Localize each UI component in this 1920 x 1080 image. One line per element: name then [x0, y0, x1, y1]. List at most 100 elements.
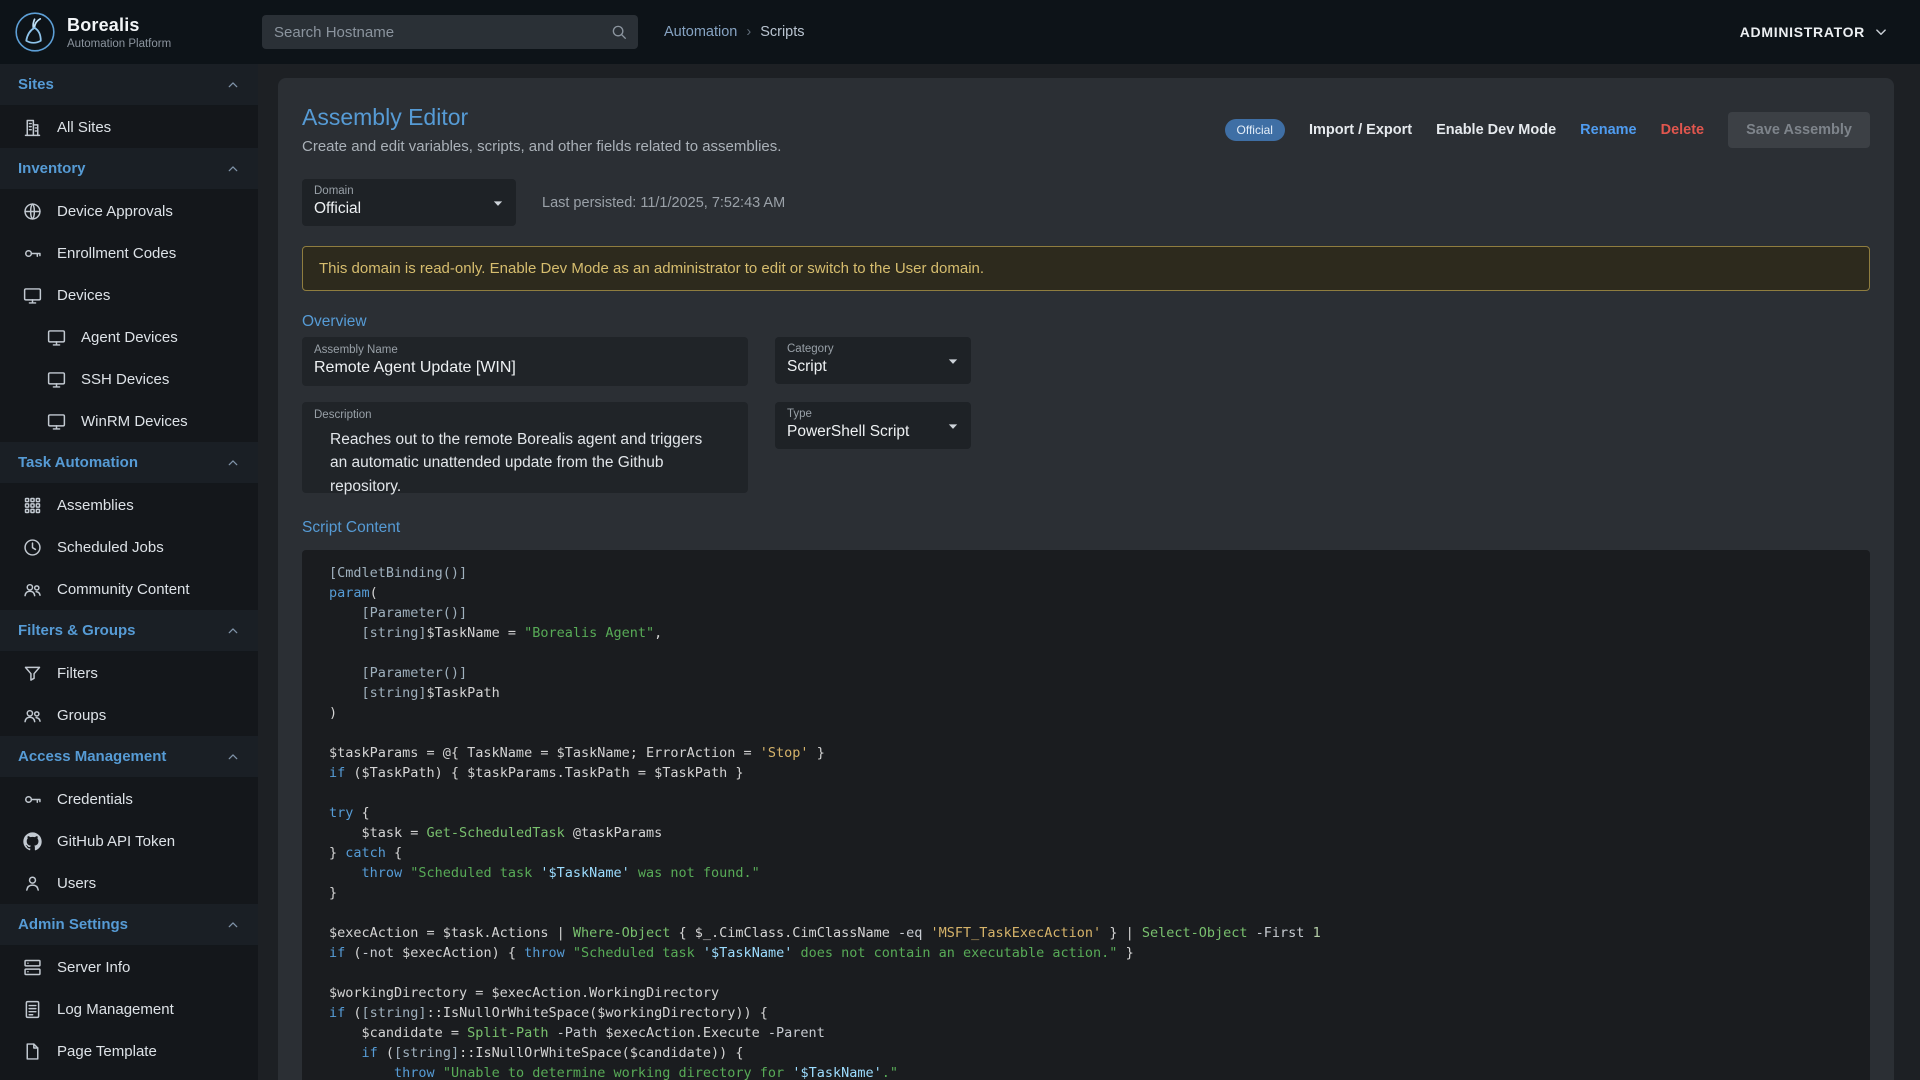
description-value: Reaches out to the remote Borealis agent… — [314, 428, 714, 498]
breadcrumb-item-automation[interactable]: Automation — [664, 24, 737, 40]
sidebar-section-inventory[interactable]: Inventory — [0, 148, 258, 190]
domain-select[interactable]: Domain Official — [302, 179, 516, 226]
domain-select-label: Domain — [314, 185, 480, 197]
page-title: Assembly Editor — [302, 104, 781, 131]
assembly-editor-panel: Assembly Editor Create and edit variable… — [278, 78, 1894, 1080]
category-select-value: Script — [787, 358, 935, 376]
sidebar-item-ssh-devices[interactable]: SSH Devices — [0, 358, 258, 400]
last-persisted-text: Last persisted: 11/1/2025, 7:52:43 AM — [542, 195, 785, 211]
description-input[interactable]: Description Reaches out to the remote Bo… — [302, 402, 748, 493]
category-select[interactable]: Category Script — [775, 337, 971, 384]
code-line: $task = Get-ScheduledTask @taskParams — [329, 823, 1846, 843]
sidebar-section-task-automation[interactable]: Task Automation — [0, 442, 258, 484]
delete-button[interactable]: Delete — [1661, 122, 1705, 138]
user-menu-button[interactable]: ADMINISTRATOR — [1740, 23, 1890, 41]
sidebar-item-github-api-token[interactable]: GitHub API Token — [0, 820, 258, 862]
panel-toolbar: Official Import / Export Enable Dev Mode… — [1225, 112, 1870, 148]
topbar: Borealis Automation Platform Automation ›… — [0, 0, 1920, 64]
sidebar-item-enrollment-codes[interactable]: Enrollment Codes — [0, 232, 258, 274]
key-icon — [22, 789, 43, 810]
grid-icon — [22, 495, 43, 516]
sidebar-item-devices[interactable]: Devices — [0, 274, 258, 316]
code-line: if ($TaskPath) { $taskParams.TaskPath = … — [329, 763, 1846, 783]
type-select[interactable]: Type PowerShell Script — [775, 402, 971, 449]
search-icon[interactable] — [610, 23, 628, 41]
chevron-up-icon — [224, 76, 242, 94]
sidebar-section-label: Sites — [18, 76, 54, 93]
code-line: throw "Unable to determine working direc… — [329, 1063, 1846, 1080]
code-line: [string]$TaskPath — [329, 683, 1846, 703]
save-assembly-button[interactable]: Save Assembly — [1728, 112, 1870, 148]
sidebar-item-page-template[interactable]: Page Template — [0, 1030, 258, 1072]
sidebar-item-filters[interactable]: Filters — [0, 652, 258, 694]
type-select-label: Type — [787, 408, 935, 420]
sidebar-item-label: Log Management — [57, 1001, 174, 1018]
sidebar-item-assemblies[interactable]: Assemblies — [0, 484, 258, 526]
sidebar-section-access-management[interactable]: Access Management — [0, 736, 258, 778]
sidebar-item-credentials[interactable]: Credentials — [0, 778, 258, 820]
sidebar-item-scheduled-jobs[interactable]: Scheduled Jobs — [0, 526, 258, 568]
sidebar-item-server-info[interactable]: Server Info — [0, 946, 258, 988]
sidebar-item-label: WinRM Devices — [81, 413, 188, 430]
building-icon — [22, 117, 43, 138]
app: Borealis Automation Platform Automation ›… — [0, 0, 1920, 1080]
code-line: if (-not $execAction) { throw "Scheduled… — [329, 943, 1846, 963]
code-line: try { — [329, 803, 1846, 823]
panel-header: Assembly Editor Create and edit variable… — [302, 104, 1870, 155]
script-editor[interactable]: [CmdletBinding()]param( [Parameter()] [s… — [302, 550, 1870, 1080]
panel-title-block: Assembly Editor Create and edit variable… — [302, 104, 781, 155]
import-export-button[interactable]: Import / Export — [1309, 122, 1412, 138]
filter-icon — [22, 663, 43, 684]
sidebar-item-all-sites[interactable]: All Sites — [0, 106, 258, 148]
sidebar-item-agent-devices[interactable]: Agent Devices — [0, 316, 258, 358]
sidebar-section-filters-groups[interactable]: Filters & Groups — [0, 610, 258, 652]
code-line — [329, 963, 1846, 983]
code-line: ) — [329, 703, 1846, 723]
sidebar-item-users[interactable]: Users — [0, 862, 258, 904]
code-line: [Parameter()] — [329, 663, 1846, 683]
brand-text: Borealis Automation Platform — [67, 15, 171, 50]
globe-icon — [22, 201, 43, 222]
github-icon — [22, 831, 43, 852]
breadcrumb-item-scripts[interactable]: Scripts — [760, 24, 804, 40]
sidebar-item-device-approvals[interactable]: Device Approvals — [0, 190, 258, 232]
domain-status-badge: Official — [1225, 119, 1285, 141]
brand-subtitle: Automation Platform — [67, 38, 171, 50]
assembly-name-input[interactable]: Assembly Name Remote Agent Update [WIN] — [302, 337, 748, 386]
sidebar-item-winrm-devices[interactable]: WinRM Devices — [0, 400, 258, 442]
breadcrumb-separator: › — [746, 24, 751, 40]
clock-icon — [22, 537, 43, 558]
code-line: } — [329, 883, 1846, 903]
sidebar-section-label: Task Automation — [18, 454, 138, 471]
sidebar-section-admin-settings[interactable]: Admin Settings — [0, 904, 258, 946]
sidebar-item-log-management[interactable]: Log Management — [0, 988, 258, 1030]
breadcrumb: Automation › Scripts — [664, 24, 805, 40]
overview-form: Assembly Name Remote Agent Update [WIN] … — [302, 337, 1870, 493]
sidebar-item-community-content[interactable]: Community Content — [0, 568, 258, 610]
code-line — [329, 903, 1846, 923]
sidebar-item-label: Assemblies — [57, 497, 134, 514]
search-box[interactable] — [262, 15, 638, 49]
search-input[interactable] — [274, 24, 610, 41]
domain-select-value: Official — [314, 200, 480, 218]
code-line: $candidate = Split-Path -Path $execActio… — [329, 1023, 1846, 1043]
brand[interactable]: Borealis Automation Platform — [0, 11, 258, 53]
sidebar-item-groups[interactable]: Groups — [0, 694, 258, 736]
readonly-warning-text: This domain is read-only. Enable Dev Mod… — [319, 260, 984, 277]
sidebar-item-label: SSH Devices — [81, 371, 169, 388]
sidebar: Sites All SitesInventoryDevice ApprovalsE… — [0, 64, 258, 1080]
sidebar-item-label: Scheduled Jobs — [57, 539, 164, 556]
code-line: $taskParams = @{ TaskName = $TaskName; E… — [329, 743, 1846, 763]
person-icon — [22, 873, 43, 894]
rename-button[interactable]: Rename — [1580, 122, 1636, 138]
chevron-up-icon — [224, 454, 242, 472]
code-line: } catch { — [329, 843, 1846, 863]
user-menu-label: ADMINISTRATOR — [1740, 24, 1865, 40]
sidebar-section-sites[interactable]: Sites — [0, 64, 258, 106]
log-icon — [22, 999, 43, 1020]
sidebar-item-label: Devices — [57, 287, 110, 304]
overview-section-label: Overview — [302, 313, 1870, 331]
enable-dev-mode-button[interactable]: Enable Dev Mode — [1436, 122, 1556, 138]
people-icon — [22, 705, 43, 726]
sidebar-item-label: Community Content — [57, 581, 190, 598]
